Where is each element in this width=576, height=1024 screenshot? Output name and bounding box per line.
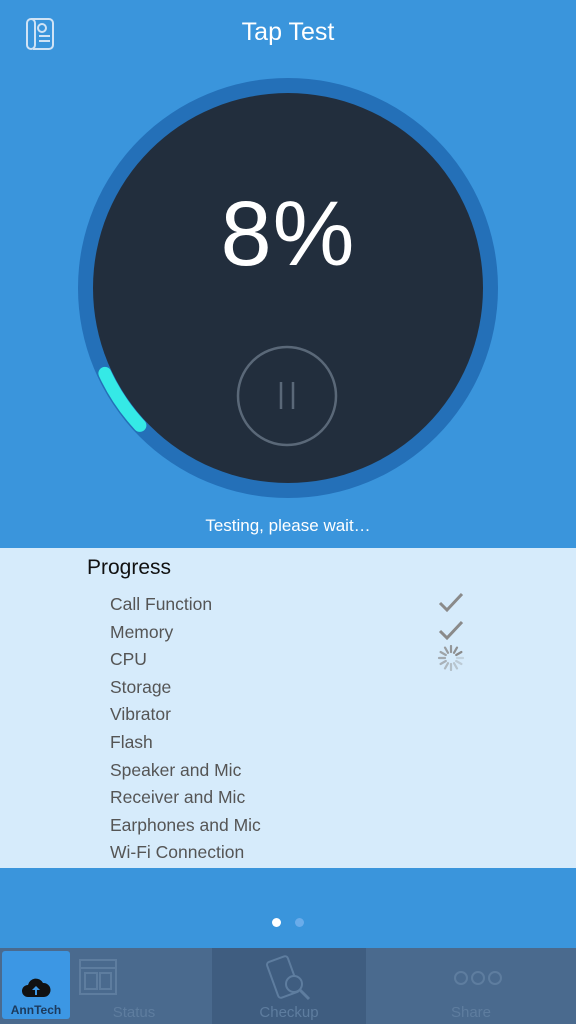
test-label: CPU [110,649,147,670]
progress-list: Call Function Memory CPU Storage Vibrato… [0,592,576,870]
test-label: Vibrator [110,704,171,725]
list-item: Speaker and Mic [0,760,576,788]
spinner-icon [436,645,466,672]
list-item: Call Function [0,592,576,622]
test-label: Storage [110,676,172,697]
pending-state [436,673,466,699]
pending-state [436,700,466,726]
progress-panel: Progress Call Function Memory CPU Storag… [0,548,576,868]
progress-dial: 8% [78,78,498,498]
list-item: Storage [0,677,576,705]
tab-bar: Status Checkup Share AnnTech [0,948,576,1024]
tab-share-label: Share [450,1004,492,1021]
test-label: Receiver and Mic [110,787,246,808]
test-label: Speaker and Mic [110,759,242,780]
pending-state [436,728,466,754]
progress-percent: 8% [220,183,356,285]
cloud-upload-icon [22,978,51,997]
pending-state [436,756,466,782]
list-item: Wi-Fi Connection [0,842,576,870]
test-label: Call Function [110,594,213,614]
list-item: Receiver and Mic [0,787,576,815]
page-indicator [0,914,576,932]
window-icon [79,959,117,995]
list-item: Earphones and Mic [0,815,576,843]
tab-checkup-label: Checkup [259,1004,319,1021]
status-message: Testing, please wait… [205,516,371,535]
progress-heading: Progress [87,556,172,579]
list-item: Memory [0,620,576,650]
header: Tap Test [0,0,576,70]
pending-state [436,783,466,809]
list-item: Flash [0,732,576,760]
phone-search-icon [266,955,311,1001]
more-dots-icon [454,971,502,985]
pending-state [436,811,466,837]
tab-checkup[interactable]: Checkup [212,948,366,1024]
page-dot-2[interactable] [295,918,304,927]
pause-icon [236,345,338,447]
cloud-upload-button[interactable]: AnnTech [2,951,70,1019]
page-title: Tap Test [241,18,335,46]
test-label: Memory [110,621,174,642]
tab-share[interactable]: Share [366,948,576,1024]
pending-state [436,838,466,864]
test-label: Earphones and Mic [110,814,261,835]
list-item: Vibrator [0,704,576,732]
test-label: Wi-Fi Connection [110,842,245,863]
page-dot-1[interactable] [272,918,281,927]
test-label: Flash [110,731,153,752]
checkmark-icon [436,618,466,644]
checkmark-icon [436,590,466,616]
fab-label: AnnTech [10,1003,62,1017]
list-item: CPU [0,645,576,677]
pause-button[interactable] [236,345,338,447]
